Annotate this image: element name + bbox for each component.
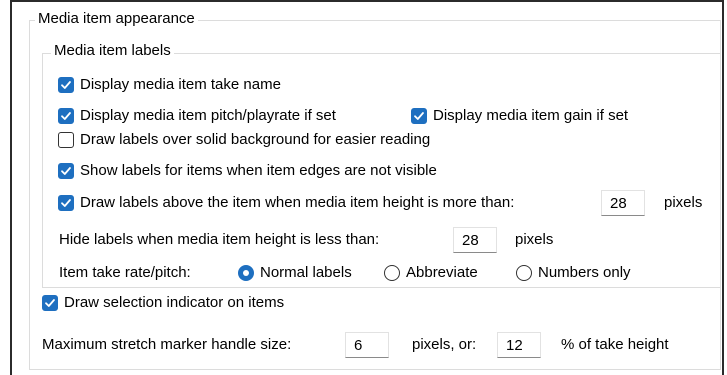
above-item-unit: pixels [664,194,703,211]
selection-indicator-row[interactable]: Draw selection indicator on items [42,292,284,314]
radio-numbers-only[interactable]: Numbers only [516,262,631,284]
take-rate-row: Item take rate/pitch: [59,262,191,284]
gain-label: Display media item gain if set [433,107,629,124]
edges-hidden-label: Show labels for items when item edges ar… [80,162,437,179]
take-rate-label: Item take rate/pitch: [59,264,191,281]
stretch-pixels-unit-wrap: pixels, or: [412,334,476,356]
radio-abbreviate-label: Abbreviate [406,264,478,281]
above-item-row[interactable]: Draw labels above the item when media it… [58,192,514,214]
checkmark-icon [61,199,71,207]
hide-labels-value-wrap: 28 [453,227,497,253]
stretch-marker-percent-input[interactable]: 12 [497,332,541,358]
edges-hidden-row[interactable]: Show labels for items when item edges ar… [58,160,437,182]
gain-row[interactable]: Display media item gain if set [411,105,628,127]
stretch-percent-wrap: 12 [497,332,541,358]
checkmark-icon [414,112,424,120]
stretch-pixels-wrap: 6 [345,332,389,358]
selection-indicator-checkbox[interactable] [42,295,58,311]
media-item-appearance-title: Media item appearance [35,10,198,28]
above-item-label: Draw labels above the item when media it… [80,194,515,211]
solid-bg-label: Draw labels over solid background for ea… [80,131,431,148]
radio-normal-labels[interactable]: Normal labels [238,262,352,284]
stretch-marker-pixels-input[interactable]: 6 [345,332,389,358]
selection-indicator-label: Draw selection indicator on items [64,294,285,311]
take-name-checkbox[interactable] [58,77,74,93]
pitch-rate-row[interactable]: Display media item pitch/playrate if set [58,105,336,127]
stretch-marker-label: Maximum stretch marker handle size: [42,336,292,353]
edges-hidden-checkbox[interactable] [58,163,74,179]
above-item-height-input[interactable]: 28 [601,190,645,216]
hide-labels-unit-wrap: pixels [515,229,553,251]
radio-abbreviate-button[interactable] [384,265,400,281]
radio-numbers-only-label: Numbers only [538,264,631,281]
radio-normal-labels-button[interactable] [238,265,254,281]
checkmark-icon [45,299,55,307]
stretch-marker-percent-unit: % of take height [561,336,669,353]
hide-labels-unit: pixels [515,231,554,248]
take-name-label: Display media item take name [80,76,281,93]
radio-abbreviate[interactable]: Abbreviate [384,262,478,284]
checkmark-icon [61,81,71,89]
hide-labels-height-input[interactable]: 28 [453,227,497,253]
stretch-marker-row: Maximum stretch marker handle size: [42,334,291,356]
stretch-marker-pixels-unit: pixels, or: [412,336,477,353]
pitch-rate-label: Display media item pitch/playrate if set [80,107,336,124]
hide-labels-row: Hide labels when media item height is le… [59,229,379,251]
above-item-checkbox[interactable] [58,195,74,211]
hide-labels-label: Hide labels when media item height is le… [59,231,380,248]
radio-numbers-only-button[interactable] [516,265,532,281]
take-name-row[interactable]: Display media item take name [58,74,281,96]
stretch-percent-unit-wrap: % of take height [561,334,669,356]
checkmark-icon [61,167,71,175]
pitch-rate-checkbox[interactable] [58,108,74,124]
media-item-labels-title: Media item labels [51,42,174,60]
gain-checkbox[interactable] [411,108,427,124]
radio-normal-labels-label: Normal labels [260,264,352,281]
checkmark-icon [61,112,71,120]
solid-bg-checkbox[interactable] [58,132,74,148]
solid-bg-row[interactable]: Draw labels over solid background for ea… [58,129,430,151]
above-item-unit-wrap: pixels [664,192,702,214]
above-item-value-wrap: 28 [601,190,645,216]
